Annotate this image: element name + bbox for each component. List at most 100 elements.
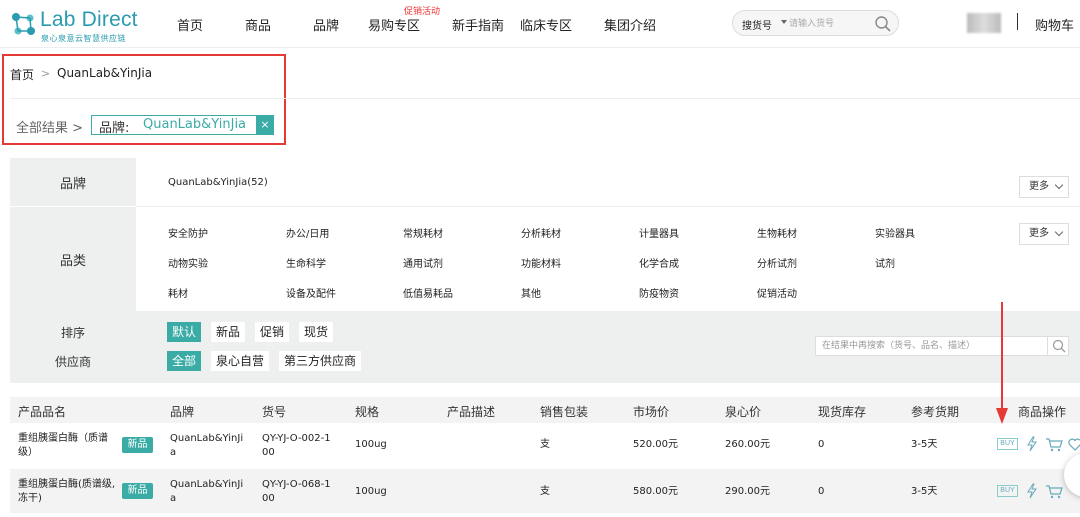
refine-search-input[interactable] bbox=[822, 339, 1042, 353]
product-brand: QuanLab&YinJi a bbox=[170, 432, 243, 460]
category-option[interactable]: 分析耗材 bbox=[521, 225, 561, 240]
site-logo[interactable]: Lab Direct 泉心泉意云智慧供应链 bbox=[8, 7, 138, 43]
category-option[interactable]: 分析试剂 bbox=[757, 255, 797, 270]
col-name: 产品品名 bbox=[18, 405, 67, 419]
more-label: 更多 bbox=[1029, 181, 1049, 192]
col-market-price: 市场价 bbox=[633, 405, 670, 419]
lightning-icon[interactable] bbox=[1026, 483, 1038, 499]
search-input[interactable] bbox=[789, 16, 869, 32]
site-header: Lab Direct 泉心泉意云智慧供应链 首页 商品 品牌 易购专区 促销活动… bbox=[0, 0, 1080, 48]
product-sku-line2: 00 bbox=[262, 447, 275, 458]
active-filter-tag: 品牌: QuanLab&YinJia × bbox=[91, 115, 274, 136]
product-sku-line1: QY-YJ-O-068-1 bbox=[262, 479, 331, 490]
category-more-button[interactable]: 更多 bbox=[1019, 223, 1069, 245]
supplier-self[interactable]: 泉心自营 bbox=[211, 351, 270, 371]
category-option[interactable]: 耗材 bbox=[168, 285, 188, 300]
sort-label: 排序 bbox=[61, 326, 86, 340]
all-results-link[interactable]: 全部结果 > bbox=[16, 117, 83, 136]
product-name[interactable]: 重组胰蛋白酶（质谱 级） bbox=[18, 432, 108, 460]
cart-icon[interactable] bbox=[1045, 437, 1063, 452]
supplier-label: 供应商 bbox=[55, 355, 92, 369]
logo-text: Lab Direct bbox=[40, 8, 138, 31]
category-option[interactable]: 生物耗材 bbox=[757, 225, 797, 240]
category-option[interactable]: 生命科学 bbox=[286, 255, 326, 270]
sort-new[interactable]: 新品 bbox=[211, 322, 246, 342]
product-brand-line2: a bbox=[170, 493, 177, 504]
lightning-icon[interactable] bbox=[1026, 436, 1038, 452]
category-option[interactable]: 常规耗材 bbox=[403, 225, 443, 240]
category-option[interactable]: 安全防护 bbox=[168, 225, 208, 240]
new-badge: 新品 bbox=[122, 437, 153, 453]
divider bbox=[1017, 13, 1018, 30]
sort-default[interactable]: 默认 bbox=[167, 322, 202, 342]
filter-category-label: 品类 bbox=[10, 207, 136, 311]
lead-time: 3-5天 bbox=[911, 486, 938, 497]
category-option[interactable]: 促销活动 bbox=[757, 285, 797, 300]
logo-molecule-icon bbox=[12, 13, 35, 35]
product-name-line2: 级） bbox=[18, 447, 38, 458]
sort-promo[interactable]: 促销 bbox=[255, 322, 290, 342]
supplier-third-party[interactable]: 第三方供应商 bbox=[279, 351, 362, 371]
avatar[interactable] bbox=[967, 13, 1001, 33]
brand-more-button[interactable]: 更多 bbox=[1019, 176, 1069, 198]
new-badge: 新品 bbox=[122, 483, 153, 499]
category-option[interactable]: 通用试剂 bbox=[403, 255, 443, 270]
heart-icon[interactable] bbox=[1068, 438, 1080, 451]
category-option[interactable]: 计量器具 bbox=[639, 225, 679, 240]
filter-brand-label: 品牌 bbox=[10, 158, 136, 206]
product-sku-line2: 00 bbox=[262, 493, 275, 504]
supplier-all[interactable]: 全部 bbox=[167, 351, 202, 371]
nav-brands[interactable]: 品牌 bbox=[313, 15, 339, 34]
caret-down-icon bbox=[781, 20, 787, 24]
category-option[interactable]: 防疫物资 bbox=[639, 285, 679, 300]
cart-link[interactable]: 购物车 bbox=[1035, 15, 1074, 34]
product-sku: QY-YJ-O-068-1 00 bbox=[262, 478, 331, 506]
logo-subtitle: 泉心泉意云智慧供应链 bbox=[41, 34, 126, 43]
nav-clinical[interactable]: 临床专区 bbox=[520, 15, 572, 34]
market-price: 580.00元 bbox=[633, 486, 678, 497]
filter-value: QuanLab&YinJia bbox=[143, 117, 247, 132]
search-icon bbox=[1052, 339, 1066, 353]
nav-home[interactable]: 首页 bbox=[177, 15, 203, 34]
cart-icon[interactable] bbox=[1045, 484, 1063, 499]
col-stock: 现货库存 bbox=[818, 405, 867, 419]
category-option[interactable]: 试剂 bbox=[875, 255, 895, 270]
nav-easy-buy[interactable]: 易购专区 bbox=[368, 15, 420, 34]
filter-category-label-text: 品类 bbox=[59, 253, 86, 269]
refine-search bbox=[815, 336, 1069, 356]
category-option[interactable]: 设备及配件 bbox=[286, 285, 336, 300]
search-icon[interactable] bbox=[874, 15, 892, 33]
product-brand: QuanLab&YinJi a bbox=[170, 478, 243, 506]
remove-filter-button[interactable]: × bbox=[256, 115, 274, 135]
product-pack: 支 bbox=[540, 439, 550, 450]
category-option[interactable]: 动物实验 bbox=[168, 255, 208, 270]
nav-about[interactable]: 集团介绍 bbox=[604, 15, 656, 34]
annotation-arrow-icon bbox=[996, 302, 1008, 424]
stock: 0 bbox=[818, 486, 825, 497]
col-lead-time: 参考货期 bbox=[911, 405, 960, 419]
category-option[interactable]: 化学合成 bbox=[639, 255, 679, 270]
product-name[interactable]: 重组胰蛋白酶(质谱级, 冻干) bbox=[18, 478, 115, 506]
category-option[interactable]: 办公/日用 bbox=[286, 225, 329, 240]
nav-products[interactable]: 商品 bbox=[245, 15, 271, 34]
our-price: 290.00元 bbox=[725, 486, 770, 497]
product-brand-line1: QuanLab&YinJi bbox=[170, 433, 244, 444]
filter-key: 品牌: bbox=[99, 121, 130, 136]
col-sku: 货号 bbox=[262, 405, 287, 419]
product-brand-line1: QuanLab&YinJi bbox=[170, 479, 244, 490]
sort-in-stock[interactable]: 现货 bbox=[299, 322, 334, 342]
divider bbox=[136, 206, 1080, 207]
buy-now-button[interactable]: BUY bbox=[997, 438, 1018, 450]
product-name-line2: 冻干) bbox=[18, 493, 42, 504]
nav-guide[interactable]: 新手指南 bbox=[452, 15, 504, 34]
category-option[interactable]: 实验器具 bbox=[875, 225, 915, 240]
breadcrumb-home[interactable]: 首页 bbox=[10, 66, 34, 83]
buy-now-button[interactable]: BUY bbox=[997, 485, 1018, 497]
category-option[interactable]: 功能材料 bbox=[521, 255, 561, 270]
category-option[interactable]: 其他 bbox=[521, 285, 541, 300]
refine-search-button[interactable] bbox=[1047, 337, 1069, 355]
category-option[interactable]: 低值易耗品 bbox=[403, 285, 453, 300]
product-name-line1: 重组胰蛋白酶（质谱 bbox=[18, 433, 108, 444]
search-type-select[interactable]: 搜货号 bbox=[742, 17, 772, 32]
brand-option[interactable]: QuanLab&YinJia(52) bbox=[168, 177, 268, 188]
